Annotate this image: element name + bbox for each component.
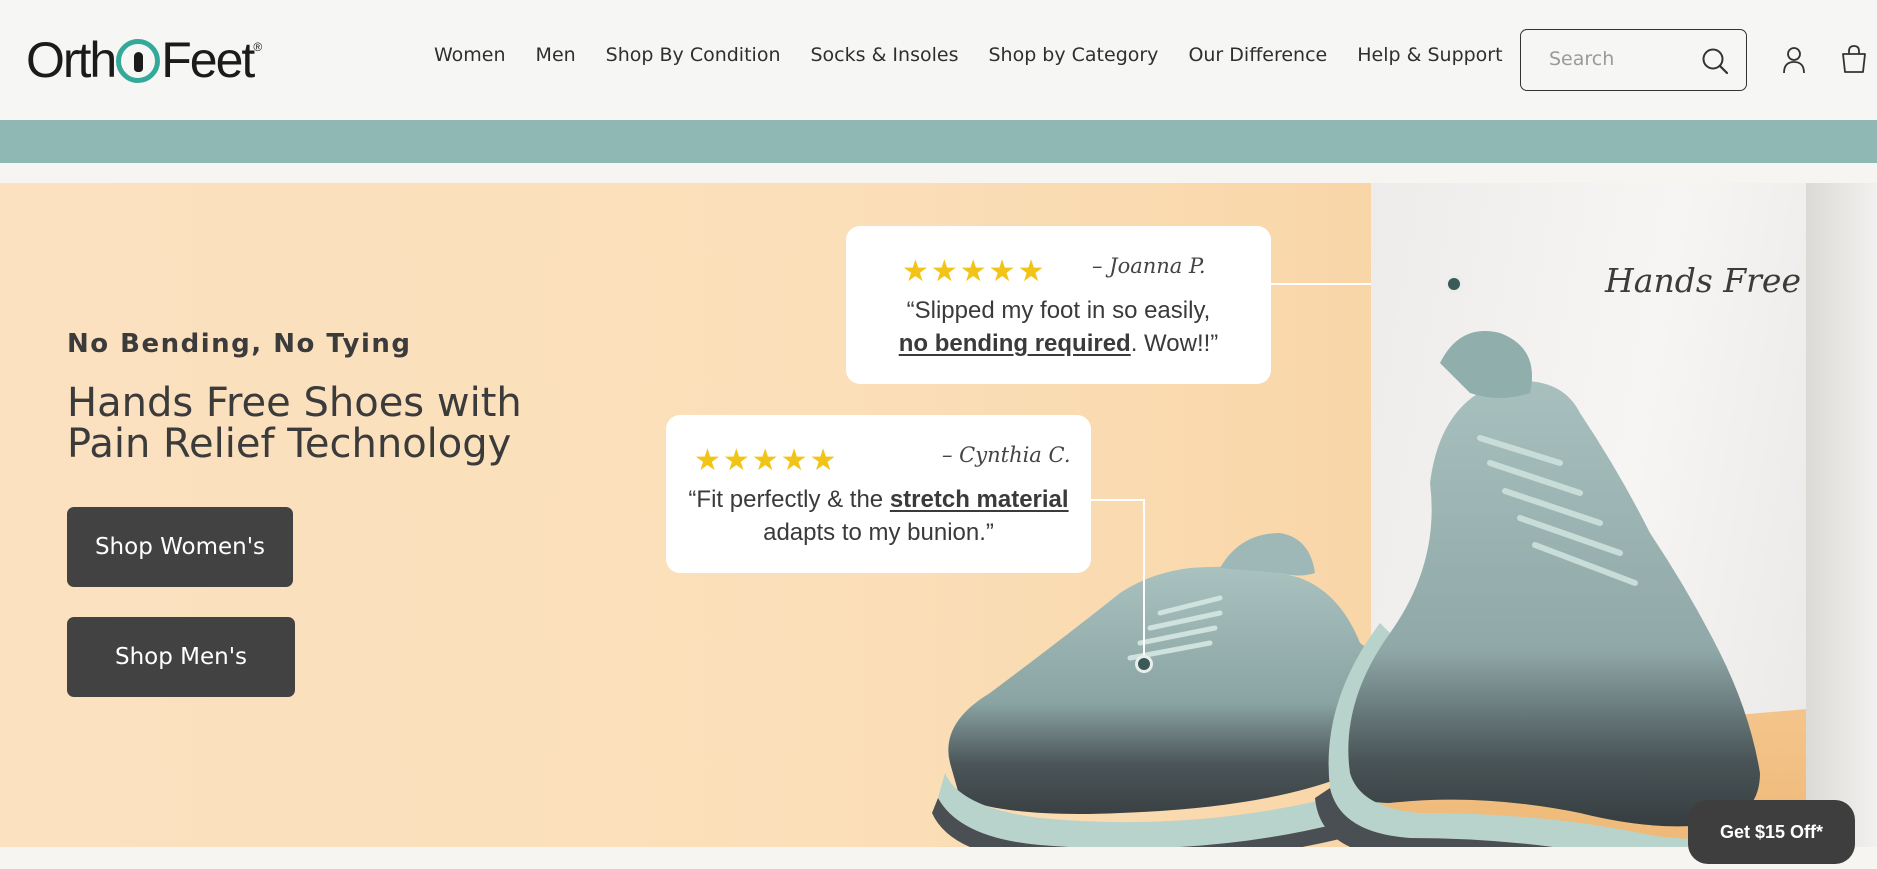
review-quote: “Fit perfectly & the stretch material ad…	[666, 483, 1091, 549]
foot-logo-icon	[116, 39, 161, 83]
review-card: ★★★★★ – Cynthia C. “Fit perfectly & the …	[666, 415, 1091, 573]
announcement-bar	[0, 120, 1877, 163]
hands-free-label: Hands Free	[1605, 261, 1801, 300]
review-quote: “Slipped my foot in so easily, no bendin…	[846, 294, 1271, 360]
quote-highlight: stretch material	[889, 486, 1069, 513]
quote-text: “Fit perfectly & the	[688, 486, 890, 513]
orthofeet-logo[interactable]: Orth Feet ®	[26, 32, 263, 88]
headline-line-2: Pain Relief Technology	[67, 421, 512, 467]
main-nav: Women Men Shop By Condition Socks & Inso…	[434, 44, 1533, 66]
review-card: ★★★★★ – Joanna P. “Slipped my foot in so…	[846, 226, 1271, 384]
quote-text: adapts to my bunion.”	[763, 519, 994, 546]
callout-connector	[1271, 283, 1371, 285]
shop-mens-button[interactable]: Shop Men's	[67, 617, 295, 697]
nav-shop-by-category[interactable]: Shop by Category	[988, 44, 1158, 66]
quote-highlight: no bending required	[898, 330, 1131, 357]
discount-promo-button[interactable]: Get $15 Off*	[1688, 800, 1855, 864]
quote-text: . Wow!!”	[1130, 330, 1219, 357]
star-rating: ★★★★★	[902, 254, 1047, 289]
headline-line-1: Hands Free Shoes with	[67, 380, 522, 426]
hero-eyebrow: No Bending, No Tying	[67, 329, 412, 359]
star-rating: ★★★★★	[694, 443, 839, 478]
account-icon[interactable]	[1782, 46, 1806, 74]
nav-our-difference[interactable]: Our Difference	[1188, 44, 1327, 66]
registered-mark: ®	[253, 40, 263, 54]
logo-text-left: Orth	[26, 32, 117, 88]
search-box[interactable]	[1520, 29, 1747, 91]
callout-dot	[1445, 275, 1463, 293]
nav-help-support[interactable]: Help & Support	[1357, 44, 1502, 66]
callout-dot	[1135, 655, 1153, 673]
callout-connector	[1143, 499, 1145, 659]
logo-text-right: Feet	[161, 32, 255, 88]
wall	[1806, 183, 1877, 847]
nav-men[interactable]: Men	[536, 44, 576, 66]
shop-womens-button[interactable]: Shop Women's	[67, 507, 293, 587]
search-icon[interactable]	[1701, 47, 1729, 75]
shopping-bag-icon[interactable]	[1839, 44, 1869, 74]
site-header: Orth Feet ® Women Men Shop By Condition …	[0, 0, 1877, 120]
page-bottom	[0, 847, 1877, 869]
nav-shop-by-condition[interactable]: Shop By Condition	[606, 44, 781, 66]
hero-headline: Hands Free Shoes with Pain Relief Techno…	[67, 383, 522, 465]
hero-banner: Hands Free No Bending, No Tying Hands Fr…	[0, 183, 1877, 847]
nav-women[interactable]: Women	[434, 44, 506, 66]
reviewer-name: – Cynthia C.	[942, 443, 1071, 467]
quote-text: “Slipped my foot in so easily,	[906, 297, 1211, 324]
search-input[interactable]	[1549, 48, 1699, 70]
callout-connector	[1091, 499, 1145, 501]
reviewer-name: – Joanna P.	[1092, 254, 1206, 278]
nav-socks-insoles[interactable]: Socks & Insoles	[811, 44, 959, 66]
